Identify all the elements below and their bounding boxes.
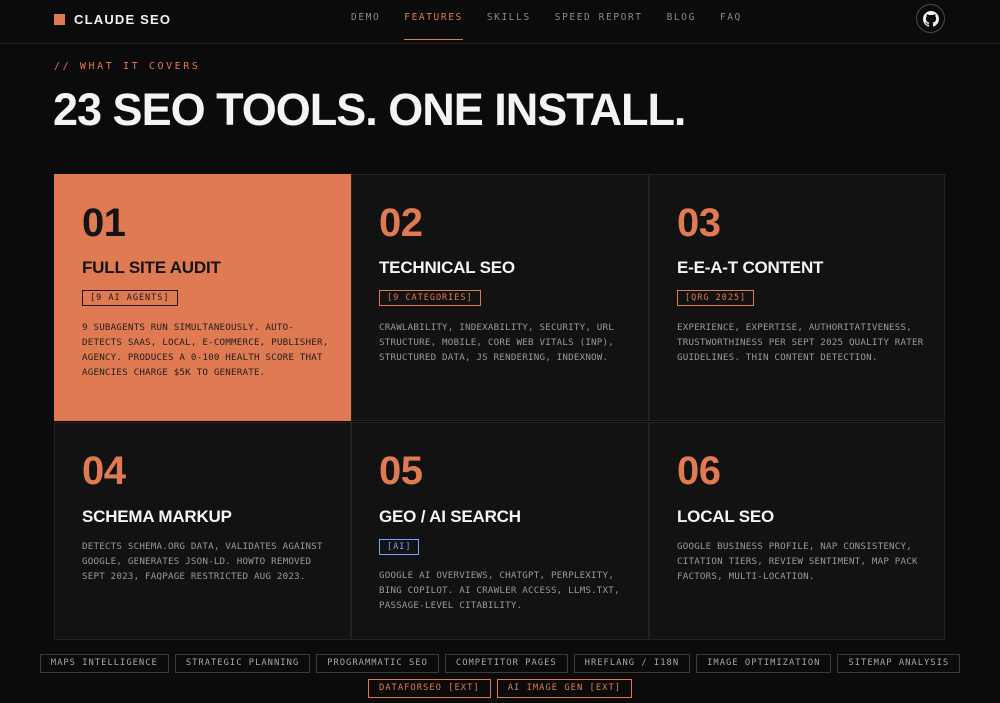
- section-eyebrow: // WHAT IT COVERS: [54, 61, 201, 72]
- card-title: E-E-A-T CONTENT: [677, 258, 824, 277]
- github-button[interactable]: [916, 4, 945, 33]
- github-icon: [922, 10, 939, 27]
- card-number: 03: [677, 201, 721, 245]
- card-tag: [AI]: [379, 539, 420, 555]
- card-number: 02: [379, 201, 423, 245]
- tool-pills-row-2: DATAFORSEO [EXT] AI IMAGE GEN [EXT]: [0, 679, 1000, 698]
- feature-card-eeat-content[interactable]: 03 E-E-A-T CONTENT [QRG 2025] EXPERIENCE…: [649, 174, 945, 421]
- pill-image-optimization[interactable]: IMAGE OPTIMIZATION: [696, 654, 832, 673]
- feature-grid: 01 FULL SITE AUDIT [9 AI AGENTS] 9 SUBAG…: [54, 174, 945, 640]
- feature-card-geo-ai-search[interactable]: 05 GEO / AI SEARCH [AI] GOOGLE AI OVERVI…: [351, 422, 649, 640]
- card-tag: [QRG 2025]: [677, 290, 755, 306]
- feature-card-technical-seo[interactable]: 02 TECHNICAL SEO [9 CATEGORIES] CRAWLABI…: [351, 174, 649, 421]
- page-title: 23 SEO TOOLS. ONE INSTALL.: [53, 84, 686, 135]
- card-title: TECHNICAL SEO: [379, 258, 515, 277]
- card-tag: [9 CATEGORIES]: [379, 290, 481, 306]
- tool-pills-row-1: MAPS INTELLIGENCE STRATEGIC PLANNING PRO…: [0, 654, 1000, 673]
- brand-square-icon: [54, 14, 65, 25]
- nav-link-skills[interactable]: SKILLS: [487, 0, 531, 40]
- pill-ai-image-gen[interactable]: AI IMAGE GEN [EXT]: [496, 679, 633, 698]
- card-description: EXPERIENCE, EXPERTISE, AUTHORITATIVENESS…: [677, 322, 924, 363]
- pill-competitor-pages[interactable]: COMPETITOR PAGES: [444, 654, 568, 673]
- card-title: SCHEMA MARKUP: [82, 507, 232, 526]
- card-description: 9 SUBAGENTS RUN SIMULTANEOUSLY. AUTO-DET…: [82, 322, 329, 378]
- pill-maps-intelligence[interactable]: MAPS INTELLIGENCE: [39, 654, 169, 673]
- nav-link-features[interactable]: FEATURES: [404, 0, 463, 40]
- nav-link-speed-report[interactable]: SPEED REPORT: [555, 0, 643, 40]
- card-description: DETECTS SCHEMA.ORG DATA, VALIDATES AGAIN…: [82, 541, 323, 582]
- pill-sitemap-analysis[interactable]: SITEMAP ANALYSIS: [837, 654, 961, 673]
- pill-dataforseo[interactable]: DATAFORSEO [EXT]: [367, 679, 491, 698]
- card-title: GEO / AI SEARCH: [379, 507, 521, 526]
- feature-card-full-site-audit[interactable]: 01 FULL SITE AUDIT [9 AI AGENTS] 9 SUBAG…: [54, 174, 351, 421]
- nav-link-demo[interactable]: DEMO: [351, 0, 380, 40]
- card-number: 04: [82, 449, 126, 493]
- nav-link-blog[interactable]: BLOG: [667, 0, 696, 40]
- card-description: GOOGLE AI OVERVIEWS, CHATGPT, PERPLEXITY…: [379, 570, 620, 611]
- feature-card-schema-markup[interactable]: 04 SCHEMA MARKUP DETECTS SCHEMA.ORG DATA…: [54, 422, 351, 640]
- pill-strategic-planning[interactable]: STRATEGIC PLANNING: [174, 654, 311, 673]
- brand-logo[interactable]: CLAUDE SEO: [54, 12, 171, 27]
- card-title: FULL SITE AUDIT: [82, 258, 221, 277]
- pill-programmatic-seo[interactable]: PROGRAMMATIC SEO: [316, 654, 439, 673]
- card-number: 05: [379, 449, 423, 493]
- feature-card-local-seo[interactable]: 06 LOCAL SEO GOOGLE BUSINESS PROFILE, NA…: [649, 422, 945, 640]
- brand-name: CLAUDE SEO: [74, 12, 172, 27]
- card-number: 01: [82, 201, 126, 245]
- nav-links: DEMO FEATURES SKILLS SPEED REPORT BLOG F…: [351, 0, 766, 44]
- card-number: 06: [677, 449, 721, 493]
- card-description: GOOGLE BUSINESS PROFILE, NAP CONSISTENCY…: [677, 541, 918, 582]
- top-nav: CLAUDE SEO DEMO FEATURES SKILLS SPEED RE…: [0, 0, 1000, 44]
- card-description: CRAWLABILITY, INDEXABILITY, SECURITY, UR…: [379, 322, 614, 363]
- nav-link-faq[interactable]: FAQ: [720, 0, 742, 40]
- pill-hreflang[interactable]: HREFLANG / I18N: [573, 654, 691, 673]
- card-title: LOCAL SEO: [677, 507, 775, 526]
- card-tag: [9 AI AGENTS]: [82, 290, 178, 306]
